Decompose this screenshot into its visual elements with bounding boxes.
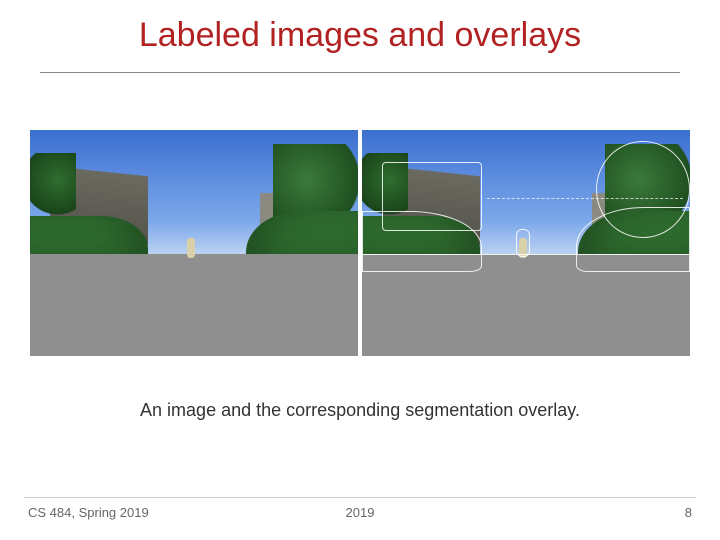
slide: Labeled images and overlays: [0, 0, 720, 540]
slide-title: Labeled images and overlays: [0, 16, 720, 55]
pedestrian: [519, 238, 527, 258]
original-image: [30, 130, 358, 356]
segmentation-overlay-image: [362, 130, 690, 356]
figure-row: [28, 130, 692, 356]
road-surface: [30, 254, 358, 356]
tree-left: [30, 153, 76, 221]
footer-divider: [24, 497, 696, 498]
tree-left: [362, 153, 408, 221]
slide-footer: CS 484, Spring 2019 2019 8: [0, 502, 720, 522]
pedestrian: [187, 238, 195, 258]
title-divider: [40, 72, 680, 73]
road-surface: [362, 254, 690, 356]
footer-page-number: 8: [685, 505, 692, 520]
figure-caption: An image and the corresponding segmentat…: [0, 400, 720, 421]
footer-left: CS 484, Spring 2019: [28, 505, 149, 520]
